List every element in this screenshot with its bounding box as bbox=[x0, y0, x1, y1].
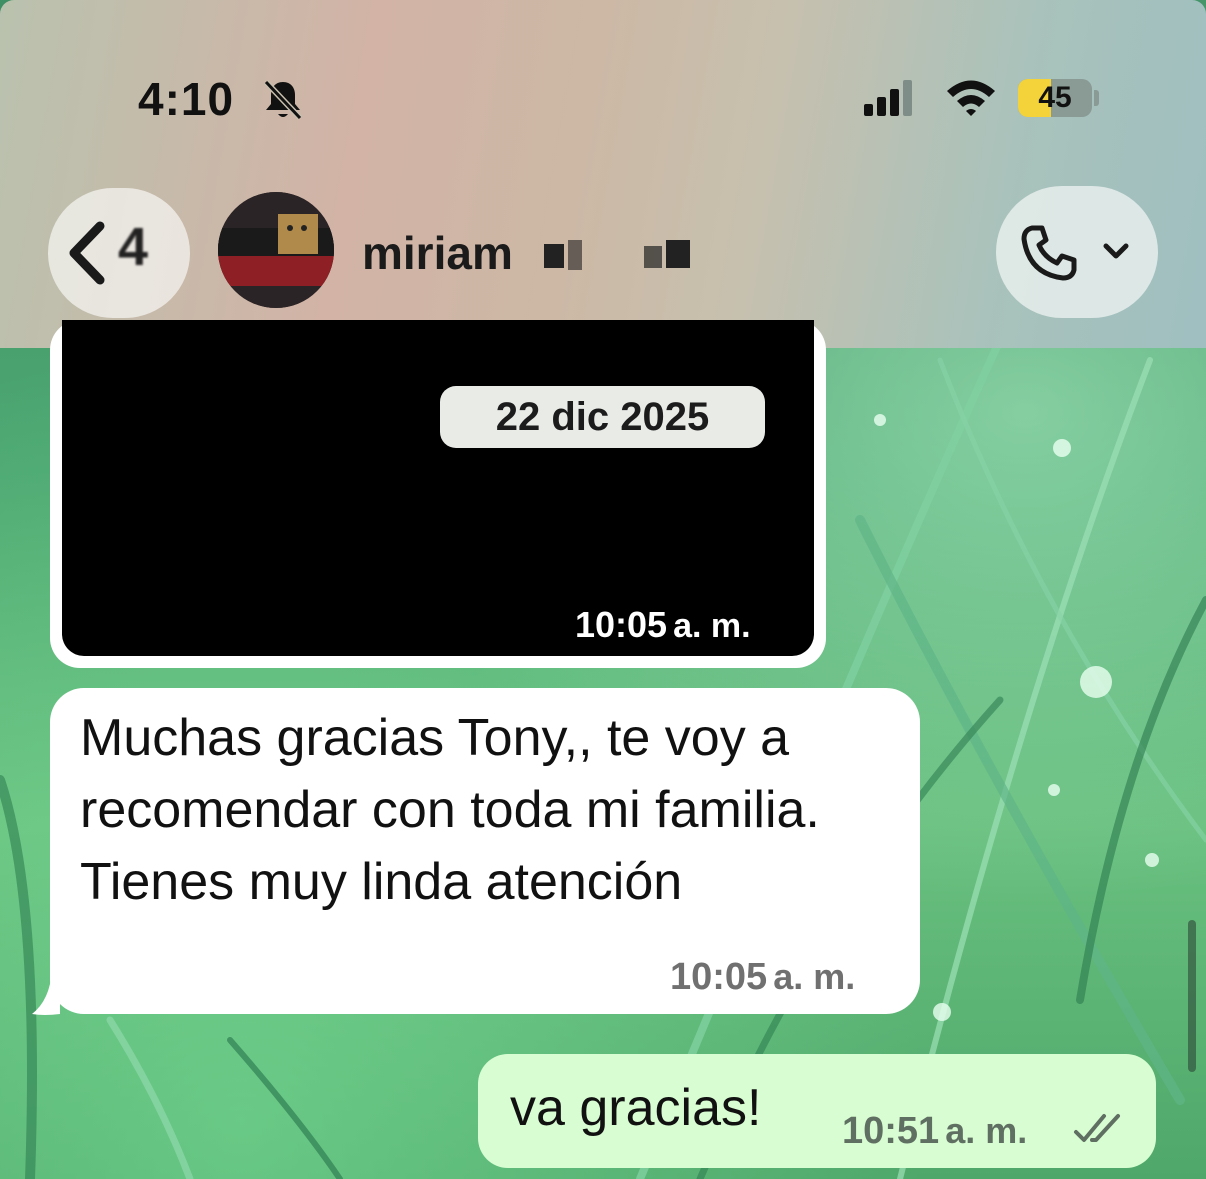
wifi-icon bbox=[944, 78, 998, 123]
redacted-surname bbox=[540, 236, 710, 272]
phone-icon bbox=[1018, 222, 1080, 289]
incoming-message-text: Muchas gracias Tony,, te voy a recomenda… bbox=[80, 709, 820, 911]
call-button[interactable] bbox=[996, 186, 1158, 318]
incoming-time-value: 10:05 bbox=[670, 956, 768, 998]
unread-count: 4 bbox=[118, 217, 149, 277]
bell-muted-icon bbox=[260, 76, 306, 127]
incoming-bubble-tail bbox=[30, 970, 70, 1021]
contact-name[interactable]: miriam bbox=[362, 226, 513, 280]
battery-indicator: 45 bbox=[1018, 79, 1092, 117]
incoming-message-time: 10:05 a. m. bbox=[670, 956, 855, 999]
back-button[interactable]: 4 bbox=[48, 188, 190, 318]
battery-label: 45 bbox=[1038, 81, 1072, 114]
back-chevron-icon bbox=[62, 218, 112, 293]
outgoing-message-time: 10:51 a. m. bbox=[842, 1110, 1027, 1153]
outgoing-message-text: va gracias! bbox=[510, 1079, 762, 1137]
outgoing-time-value: 10:51 bbox=[842, 1110, 940, 1152]
signal-icon bbox=[864, 80, 916, 121]
date-chip: 22 dic 2025 bbox=[440, 386, 765, 448]
chevron-down-icon bbox=[1102, 242, 1130, 267]
battery-cap bbox=[1094, 90, 1099, 106]
media-time-ampm: a. m. bbox=[673, 607, 751, 645]
incoming-time-ampm: a. m. bbox=[773, 956, 856, 997]
contact-avatar[interactable] bbox=[218, 192, 334, 308]
media-message-time: 10:05 a. m. bbox=[575, 604, 751, 646]
outgoing-time-ampm: a. m. bbox=[945, 1110, 1028, 1151]
avatar-image bbox=[218, 192, 334, 308]
status-bar-time: 4:10 bbox=[138, 73, 235, 125]
scrollbar[interactable] bbox=[1188, 920, 1196, 1072]
read-receipt-icon bbox=[1072, 1112, 1128, 1151]
media-time-value: 10:05 bbox=[575, 604, 668, 645]
